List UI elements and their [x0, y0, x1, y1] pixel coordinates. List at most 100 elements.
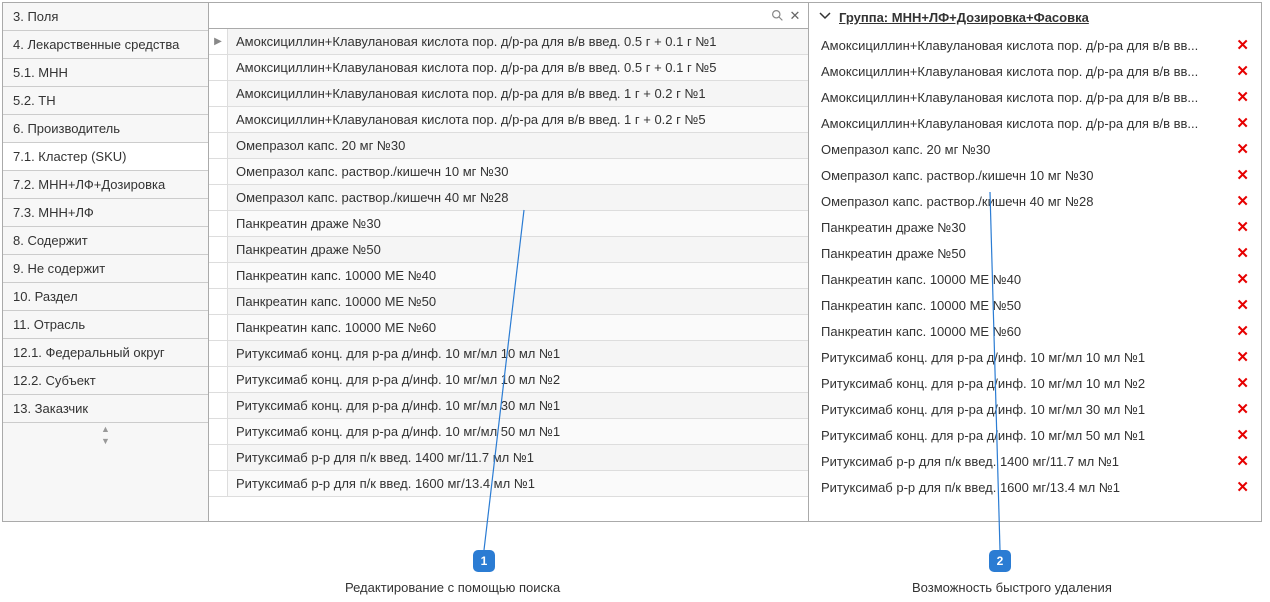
main-container: 3. Поля4. Лекарственные средства5.1. МНН… — [2, 2, 1262, 522]
delete-icon[interactable]: ✕ — [1232, 400, 1253, 418]
delete-icon[interactable]: ✕ — [1232, 452, 1253, 470]
selected-item-label: Омепразол капс. раствор./кишечн 40 мг №2… — [821, 194, 1232, 209]
selected-item-label: Ритуксимаб р-р для п/к введ. 1400 мг/11.… — [821, 454, 1232, 469]
list-row[interactable]: Панкреатин капс. 10000 МЕ №40 — [209, 263, 808, 289]
sidebar-item[interactable]: 9. Не содержит — [3, 255, 208, 283]
delete-icon[interactable]: ✕ — [1232, 244, 1253, 262]
list-item-label: Ритуксимаб конц. для р-ра д/инф. 10 мг/м… — [227, 367, 808, 392]
selected-row[interactable]: Омепразол капс. раствор./кишечн 40 мг №2… — [809, 188, 1261, 214]
selected-row[interactable]: Ритуксимаб конц. для р-ра д/инф. 10 мг/м… — [809, 396, 1261, 422]
search-input[interactable] — [215, 6, 766, 25]
expand-icon[interactable]: ▶ — [209, 36, 227, 47]
list-item-label: Панкреатин драже №50 — [227, 237, 808, 262]
selected-row[interactable]: Ритуксимаб конц. для р-ра д/инф. 10 мг/м… — [809, 422, 1261, 448]
sidebar-item[interactable]: 4. Лекарственные средства — [3, 31, 208, 59]
delete-icon[interactable]: ✕ — [1232, 140, 1253, 158]
delete-icon[interactable]: ✕ — [1232, 296, 1253, 314]
list-row[interactable]: Амоксициллин+Клавулановая кислота пор. д… — [209, 81, 808, 107]
list-row[interactable]: ▶Амоксициллин+Клавулановая кислота пор. … — [209, 29, 808, 55]
delete-icon[interactable]: ✕ — [1232, 88, 1253, 106]
selected-row[interactable]: Панкреатин драже №30✕ — [809, 214, 1261, 240]
delete-icon[interactable]: ✕ — [1232, 218, 1253, 236]
delete-icon[interactable]: ✕ — [1232, 322, 1253, 340]
selected-item-label: Омепразол капс. 20 мг №30 — [821, 142, 1232, 157]
list-item-label: Ритуксимаб р-р для п/к введ. 1400 мг/11.… — [227, 445, 808, 470]
list-item-label: Ритуксимаб р-р для п/к введ. 1600 мг/13.… — [227, 471, 808, 496]
scroll-down-icon[interactable]: ▼ — [3, 435, 208, 447]
selected-row[interactable]: Ритуксимаб р-р для п/к введ. 1400 мг/11.… — [809, 448, 1261, 474]
selected-item-label: Ритуксимаб конц. для р-ра д/инф. 10 мг/м… — [821, 428, 1232, 443]
list-row[interactable]: Ритуксимаб конц. для р-ра д/инф. 10 мг/м… — [209, 393, 808, 419]
delete-icon[interactable]: ✕ — [1232, 166, 1253, 184]
selected-item-label: Амоксициллин+Клавулановая кислота пор. д… — [821, 38, 1232, 53]
sidebar: 3. Поля4. Лекарственные средства5.1. МНН… — [3, 3, 209, 521]
list-row[interactable]: Ритуксимаб конц. для р-ра д/инф. 10 мг/м… — [209, 367, 808, 393]
selected-item-label: Панкреатин капс. 10000 МЕ №60 — [821, 324, 1232, 339]
search-icon[interactable] — [770, 9, 784, 23]
list-item-label: Панкреатин драже №30 — [227, 211, 808, 236]
delete-icon[interactable]: ✕ — [1232, 62, 1253, 80]
selected-row[interactable]: Омепразол капс. раствор./кишечн 10 мг №3… — [809, 162, 1261, 188]
list-row[interactable]: Панкреатин драже №30 — [209, 211, 808, 237]
sidebar-item[interactable]: 5.1. МНН — [3, 59, 208, 87]
delete-icon[interactable]: ✕ — [1232, 348, 1253, 366]
selected-row[interactable]: Панкреатин капс. 10000 МЕ №60✕ — [809, 318, 1261, 344]
selected-row[interactable]: Амоксициллин+Клавулановая кислота пор. д… — [809, 84, 1261, 110]
sidebar-item[interactable]: 7.3. МНН+ЛФ — [3, 199, 208, 227]
list-item-label: Ритуксимаб конц. для р-ра д/инф. 10 мг/м… — [227, 419, 808, 444]
delete-icon[interactable]: ✕ — [1232, 478, 1253, 496]
delete-icon[interactable]: ✕ — [1232, 114, 1253, 132]
selected-row[interactable]: Ритуксимаб р-р для п/к введ. 1600 мг/13.… — [809, 474, 1261, 500]
list-row[interactable]: Ритуксимаб конц. для р-ра д/инф. 10 мг/м… — [209, 419, 808, 445]
list-item-label: Ритуксимаб конц. для р-ра д/инф. 10 мг/м… — [227, 393, 808, 418]
list-row[interactable]: Панкреатин капс. 10000 МЕ №60 — [209, 315, 808, 341]
list-row[interactable]: Панкреатин драже №50 — [209, 237, 808, 263]
list-item-label: Амоксициллин+Клавулановая кислота пор. д… — [227, 81, 808, 106]
list-item-label: Омепразол капс. раствор./кишечн 10 мг №3… — [227, 159, 808, 184]
list-row[interactable]: Ритуксимаб р-р для п/к введ. 1600 мг/13.… — [209, 471, 808, 497]
list-row[interactable]: Омепразол капс. 20 мг №30 — [209, 133, 808, 159]
selected-item-label: Ритуксимаб конц. для р-ра д/инф. 10 мг/м… — [821, 350, 1232, 365]
selected-row[interactable]: Амоксициллин+Клавулановая кислота пор. д… — [809, 58, 1261, 84]
delete-icon[interactable]: ✕ — [1232, 426, 1253, 444]
list-item-label: Ритуксимаб конц. для р-ра д/инф. 10 мг/м… — [227, 341, 808, 366]
selected-row[interactable]: Амоксициллин+Клавулановая кислота пор. д… — [809, 32, 1261, 58]
list-row[interactable]: Ритуксимаб конц. для р-ра д/инф. 10 мг/м… — [209, 341, 808, 367]
delete-icon[interactable]: ✕ — [1232, 36, 1253, 54]
sidebar-item[interactable]: 13. Заказчик — [3, 395, 208, 423]
list-row[interactable]: Амоксициллин+Клавулановая кислота пор. д… — [209, 107, 808, 133]
scroll-up-icon[interactable]: ▲ — [3, 423, 208, 435]
sidebar-item[interactable]: 12.2. Субъект — [3, 367, 208, 395]
selected-row[interactable]: Панкреатин капс. 10000 МЕ №40✕ — [809, 266, 1261, 292]
delete-icon[interactable]: ✕ — [1232, 270, 1253, 288]
sidebar-item[interactable]: 10. Раздел — [3, 283, 208, 311]
annotation-badge-1: 1 — [473, 550, 495, 572]
delete-icon[interactable]: ✕ — [1232, 192, 1253, 210]
sidebar-item[interactable]: 8. Содержит — [3, 227, 208, 255]
sidebar-item[interactable]: 11. Отрасль — [3, 311, 208, 339]
selected-item-label: Амоксициллин+Клавулановая кислота пор. д… — [821, 90, 1232, 105]
delete-icon[interactable]: ✕ — [1232, 374, 1253, 392]
selected-item-label: Амоксициллин+Клавулановая кислота пор. д… — [821, 116, 1232, 131]
close-icon[interactable]: ✕ — [788, 9, 802, 23]
selected-row[interactable]: Ритуксимаб конц. для р-ра д/инф. 10 мг/м… — [809, 370, 1261, 396]
sidebar-item[interactable]: 7.2. МНН+ЛФ+Дозировка — [3, 171, 208, 199]
sidebar-item[interactable]: 5.2. ТН — [3, 87, 208, 115]
selected-row[interactable]: Ритуксимаб конц. для р-ра д/инф. 10 мг/м… — [809, 344, 1261, 370]
list-row[interactable]: Панкреатин капс. 10000 МЕ №50 — [209, 289, 808, 315]
annotation-badge-2: 2 — [989, 550, 1011, 572]
selected-row[interactable]: Омепразол капс. 20 мг №30✕ — [809, 136, 1261, 162]
selected-row[interactable]: Панкреатин капс. 10000 МЕ №50✕ — [809, 292, 1261, 318]
list-row[interactable]: Омепразол капс. раствор./кишечн 40 мг №2… — [209, 185, 808, 211]
list-item-label: Панкреатин капс. 10000 МЕ №60 — [227, 315, 808, 340]
sidebar-item[interactable]: 7.1. Кластер (SKU) — [3, 143, 208, 171]
sidebar-item[interactable]: 6. Производитель — [3, 115, 208, 143]
sidebar-item[interactable]: 3. Поля — [3, 3, 208, 31]
selected-row[interactable]: Амоксициллин+Клавулановая кислота пор. д… — [809, 110, 1261, 136]
sidebar-item[interactable]: 12.1. Федеральный округ — [3, 339, 208, 367]
list-row[interactable]: Омепразол капс. раствор./кишечн 10 мг №3… — [209, 159, 808, 185]
list-row[interactable]: Амоксициллин+Клавулановая кислота пор. д… — [209, 55, 808, 81]
list-row[interactable]: Ритуксимаб р-р для п/к введ. 1400 мг/11.… — [209, 445, 808, 471]
group-header[interactable]: Группа: МНН+ЛФ+Дозировка+Фасовка — [809, 3, 1261, 32]
selected-row[interactable]: Панкреатин драже №50✕ — [809, 240, 1261, 266]
